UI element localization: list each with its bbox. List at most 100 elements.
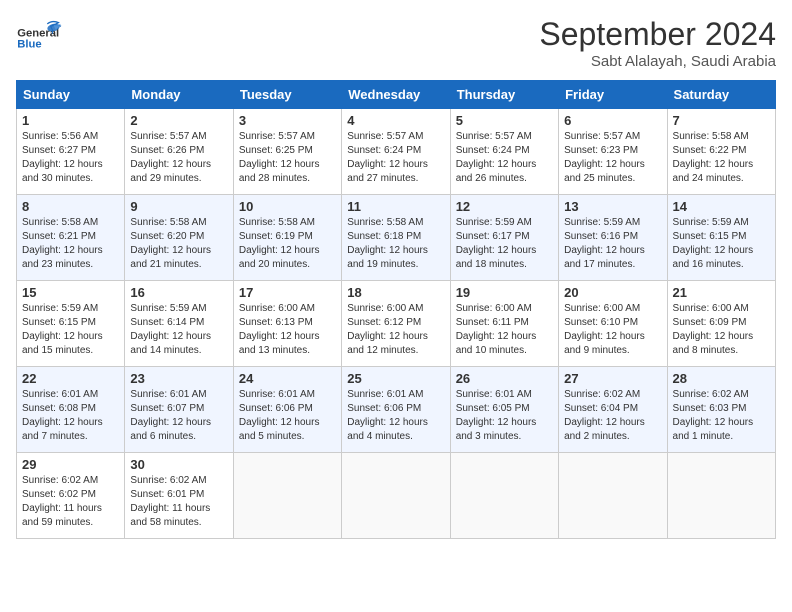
calendar-cell: 24Sunrise: 6:01 AM Sunset: 6:06 PM Dayli…: [233, 367, 341, 453]
header-day-sunday: Sunday: [17, 81, 125, 109]
day-number: 5: [456, 113, 553, 128]
header: General Blue September 2024 Sabt Alalaya…: [16, 16, 776, 70]
day-info: Sunrise: 5:59 AM Sunset: 6:17 PM Dayligh…: [456, 216, 553, 272]
day-info: Sunrise: 5:59 AM Sunset: 6:15 PM Dayligh…: [22, 302, 119, 358]
calendar-cell: 6 Sunrise: 5:57 AM Sunset: 6:23 PM Daylig…: [559, 109, 667, 195]
day-number: 8: [22, 199, 119, 214]
day-number: 3: [239, 113, 336, 128]
day-number: 16: [130, 285, 227, 300]
calendar-table: SundayMondayTuesdayWednesdayThursdayFrid…: [16, 80, 776, 539]
day-info: Sunrise: 5:57 AM Sunset: 6:26 PM Dayligh…: [130, 130, 227, 186]
day-number: 27: [564, 371, 661, 386]
day-number: 1: [22, 113, 119, 128]
header-day-wednesday: Wednesday: [342, 81, 450, 109]
day-number: 9: [130, 199, 227, 214]
calendar-cell: [559, 453, 667, 539]
calendar-week-row: 22 Sunrise: 6:01 AM Sunset: 6:08 PM Dayli…: [17, 367, 776, 453]
calendar-cell: 1 Sunrise: 5:56 AM Sunset: 6:27 PM Daylig…: [17, 109, 125, 195]
day-info: Sunrise: 6:01 AM Sunset: 6:08 PM Dayligh…: [22, 388, 119, 444]
calendar-cell: [450, 453, 558, 539]
calendar-cell: 9Sunrise: 5:58 AM Sunset: 6:20 PM Daylig…: [125, 195, 233, 281]
day-number: 10: [239, 199, 336, 214]
svg-text:Blue: Blue: [17, 39, 41, 51]
day-info: Sunrise: 5:57 AM Sunset: 6:23 PM Dayligh…: [564, 130, 661, 186]
day-info: Sunrise: 5:59 AM Sunset: 6:14 PM Dayligh…: [130, 302, 227, 358]
day-info: Sunrise: 6:01 AM Sunset: 6:06 PM Dayligh…: [239, 388, 336, 444]
day-number: 23: [130, 371, 227, 386]
day-number: 21: [673, 285, 770, 300]
day-info: Sunrise: 5:58 AM Sunset: 6:18 PM Dayligh…: [347, 216, 444, 272]
calendar-cell: 21 Sunrise: 6:00 AM Sunset: 6:09 PM Dayli…: [667, 281, 775, 367]
calendar-cell: 15 Sunrise: 5:59 AM Sunset: 6:15 PM Dayli…: [17, 281, 125, 367]
calendar-cell: 23 Sunrise: 6:01 AM Sunset: 6:07 PM Dayli…: [125, 367, 233, 453]
day-info: Sunrise: 6:02 AM Sunset: 6:02 PM Dayligh…: [22, 474, 119, 530]
calendar-cell: 11 Sunrise: 5:58 AM Sunset: 6:18 PM Dayli…: [342, 195, 450, 281]
day-info: Sunrise: 6:00 AM Sunset: 6:10 PM Dayligh…: [564, 302, 661, 358]
day-info: Sunrise: 5:57 AM Sunset: 6:25 PM Dayligh…: [239, 130, 336, 186]
header-day-monday: Monday: [125, 81, 233, 109]
calendar-week-row: 29 Sunrise: 6:02 AM Sunset: 6:02 PM Dayli…: [17, 453, 776, 539]
day-info: Sunrise: 6:02 AM Sunset: 6:03 PM Dayligh…: [673, 388, 770, 444]
calendar-cell: [233, 453, 341, 539]
day-info: Sunrise: 5:56 AM Sunset: 6:27 PM Dayligh…: [22, 130, 119, 186]
calendar-cell: [667, 453, 775, 539]
day-info: Sunrise: 5:58 AM Sunset: 6:22 PM Dayligh…: [673, 130, 770, 186]
day-number: 17: [239, 285, 336, 300]
header-day-friday: Friday: [559, 81, 667, 109]
calendar-cell: 18Sunrise: 6:00 AM Sunset: 6:12 PM Dayli…: [342, 281, 450, 367]
header-day-saturday: Saturday: [667, 81, 775, 109]
calendar-cell: 22 Sunrise: 6:01 AM Sunset: 6:08 PM Dayli…: [17, 367, 125, 453]
calendar-header-row: SundayMondayTuesdayWednesdayThursdayFrid…: [17, 81, 776, 109]
day-number: 14: [673, 199, 770, 214]
day-number: 12: [456, 199, 553, 214]
calendar-cell: 20 Sunrise: 6:00 AM Sunset: 6:10 PM Dayli…: [559, 281, 667, 367]
day-number: 19: [456, 285, 553, 300]
day-number: 22: [22, 371, 119, 386]
day-info: Sunrise: 5:57 AM Sunset: 6:24 PM Dayligh…: [456, 130, 553, 186]
calendar-cell: 2 Sunrise: 5:57 AM Sunset: 6:26 PM Daylig…: [125, 109, 233, 195]
day-info: Sunrise: 5:58 AM Sunset: 6:19 PM Dayligh…: [239, 216, 336, 272]
day-info: Sunrise: 6:02 AM Sunset: 6:04 PM Dayligh…: [564, 388, 661, 444]
day-number: 7: [673, 113, 770, 128]
calendar-cell: 14 Sunrise: 5:59 AM Sunset: 6:15 PM Dayli…: [667, 195, 775, 281]
day-number: 28: [673, 371, 770, 386]
calendar-week-row: 15 Sunrise: 5:59 AM Sunset: 6:15 PM Dayli…: [17, 281, 776, 367]
calendar-cell: 3 Sunrise: 5:57 AM Sunset: 6:25 PM Daylig…: [233, 109, 341, 195]
calendar-cell: 13Sunrise: 5:59 AM Sunset: 6:16 PM Dayli…: [559, 195, 667, 281]
day-number: 11: [347, 199, 444, 214]
day-number: 4: [347, 113, 444, 128]
calendar-cell: 26 Sunrise: 6:01 AM Sunset: 6:05 PM Dayli…: [450, 367, 558, 453]
calendar-week-row: 8Sunrise: 5:58 AM Sunset: 6:21 PM Daylig…: [17, 195, 776, 281]
calendar-cell: 5 Sunrise: 5:57 AM Sunset: 6:24 PM Daylig…: [450, 109, 558, 195]
day-number: 29: [22, 457, 119, 472]
day-number: 26: [456, 371, 553, 386]
day-number: 15: [22, 285, 119, 300]
day-info: Sunrise: 5:57 AM Sunset: 6:24 PM Dayligh…: [347, 130, 444, 186]
day-number: 13: [564, 199, 661, 214]
day-number: 20: [564, 285, 661, 300]
calendar-cell: 7 Sunrise: 5:58 AM Sunset: 6:22 PM Daylig…: [667, 109, 775, 195]
day-info: Sunrise: 6:01 AM Sunset: 6:05 PM Dayligh…: [456, 388, 553, 444]
calendar-cell: 4 Sunrise: 5:57 AM Sunset: 6:24 PM Daylig…: [342, 109, 450, 195]
day-info: Sunrise: 6:00 AM Sunset: 6:11 PM Dayligh…: [456, 302, 553, 358]
calendar-week-row: 1 Sunrise: 5:56 AM Sunset: 6:27 PM Daylig…: [17, 109, 776, 195]
month-title: September 2024: [539, 16, 776, 53]
header-day-tuesday: Tuesday: [233, 81, 341, 109]
day-number: 25: [347, 371, 444, 386]
day-info: Sunrise: 6:00 AM Sunset: 6:09 PM Dayligh…: [673, 302, 770, 358]
calendar-cell: 17Sunrise: 6:00 AM Sunset: 6:13 PM Dayli…: [233, 281, 341, 367]
day-info: Sunrise: 6:01 AM Sunset: 6:06 PM Dayligh…: [347, 388, 444, 444]
day-number: 30: [130, 457, 227, 472]
calendar-cell: 8Sunrise: 5:58 AM Sunset: 6:21 PM Daylig…: [17, 195, 125, 281]
location-subtitle: Sabt Alalayah, Saudi Arabia: [539, 53, 776, 70]
calendar-cell: [342, 453, 450, 539]
calendar-cell: 25 Sunrise: 6:01 AM Sunset: 6:06 PM Dayli…: [342, 367, 450, 453]
calendar-cell: 19 Sunrise: 6:00 AM Sunset: 6:11 PM Dayli…: [450, 281, 558, 367]
title-area: September 2024 Sabt Alalayah, Saudi Arab…: [539, 16, 776, 70]
day-info: Sunrise: 6:01 AM Sunset: 6:07 PM Dayligh…: [130, 388, 227, 444]
day-number: 6: [564, 113, 661, 128]
day-info: Sunrise: 6:02 AM Sunset: 6:01 PM Dayligh…: [130, 474, 227, 530]
day-number: 2: [130, 113, 227, 128]
day-info: Sunrise: 5:59 AM Sunset: 6:15 PM Dayligh…: [673, 216, 770, 272]
logo-svg: General Blue: [16, 16, 66, 56]
